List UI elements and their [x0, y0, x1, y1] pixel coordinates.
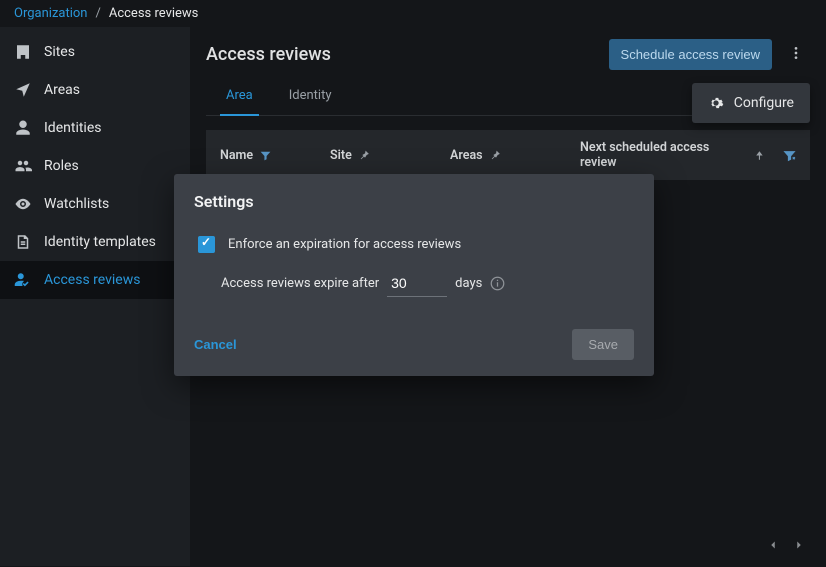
building-icon — [14, 43, 32, 61]
dots-vertical-icon — [788, 45, 804, 61]
pin-icon[interactable] — [489, 149, 502, 162]
people-icon — [14, 157, 32, 175]
table-header: Name Site Areas Next scheduled access re… — [206, 130, 810, 180]
sidebar: Sites Areas Identities Roles Watchlists … — [0, 27, 190, 566]
sidebar-item-label: Access reviews — [44, 272, 140, 288]
sidebar-item-access-reviews[interactable]: Access reviews — [0, 261, 190, 299]
more-button[interactable] — [782, 39, 810, 70]
sidebar-item-areas[interactable]: Areas — [0, 71, 190, 109]
enforce-expiration-checkbox[interactable] — [198, 236, 215, 253]
sidebar-item-identities[interactable]: Identities — [0, 109, 190, 147]
save-button[interactable]: Save — [572, 329, 634, 360]
clear-filters-icon[interactable] — [783, 149, 796, 162]
page-title: Access reviews — [206, 44, 331, 65]
configure-label: Configure — [734, 95, 794, 111]
breadcrumb-separator: / — [95, 6, 100, 21]
eye-icon — [14, 195, 32, 213]
info-icon[interactable] — [490, 276, 505, 291]
expire-prefix-label: Access reviews expire after — [221, 276, 379, 291]
sidebar-item-identity-templates[interactable]: Identity templates — [0, 223, 190, 261]
cancel-button[interactable]: Cancel — [194, 331, 237, 358]
tab-identity[interactable]: Identity — [289, 78, 332, 115]
col-site-header[interactable]: Site — [330, 148, 352, 163]
breadcrumb-current: Access reviews — [109, 6, 199, 21]
sidebar-item-sites[interactable]: Sites — [0, 33, 190, 71]
settings-modal: Settings Enforce an expiration for acces… — [174, 174, 654, 376]
chevron-left-icon — [766, 538, 780, 552]
gear-icon — [708, 95, 724, 111]
sidebar-item-label: Roles — [44, 158, 79, 174]
col-next-header[interactable]: Next scheduled access review — [580, 140, 747, 170]
expire-suffix-label: days — [455, 276, 482, 291]
schedule-access-review-button[interactable]: Schedule access review — [609, 39, 772, 70]
tab-area[interactable]: Area — [226, 78, 253, 115]
chevron-right-icon — [792, 538, 806, 552]
pin-icon[interactable] — [358, 149, 371, 162]
sidebar-item-label: Identity templates — [44, 234, 156, 250]
expire-days-input[interactable] — [387, 270, 447, 297]
location-arrow-icon — [14, 81, 32, 99]
sidebar-item-roles[interactable]: Roles — [0, 147, 190, 185]
sidebar-item-label: Identities — [44, 120, 101, 136]
person-check-icon — [14, 271, 32, 289]
document-icon — [14, 233, 32, 251]
col-areas-header[interactable]: Areas — [450, 148, 483, 163]
sidebar-item-label: Areas — [44, 82, 80, 98]
pager-next[interactable] — [792, 538, 806, 556]
pager — [766, 538, 806, 556]
sort-up-icon[interactable] — [753, 149, 766, 162]
sidebar-item-label: Watchlists — [44, 196, 109, 212]
col-name-header[interactable]: Name — [220, 148, 253, 163]
pager-prev[interactable] — [766, 538, 780, 556]
filter-icon[interactable] — [259, 149, 272, 162]
person-icon — [14, 119, 32, 137]
configure-menu-item[interactable]: Configure — [692, 83, 810, 123]
sidebar-item-watchlists[interactable]: Watchlists — [0, 185, 190, 223]
enforce-expiration-label: Enforce an expiration for access reviews — [228, 237, 461, 252]
breadcrumb: Organization / Access reviews — [0, 0, 826, 27]
modal-title: Settings — [194, 192, 634, 211]
sidebar-item-label: Sites — [44, 44, 75, 60]
breadcrumb-org-link[interactable]: Organization — [14, 6, 87, 21]
